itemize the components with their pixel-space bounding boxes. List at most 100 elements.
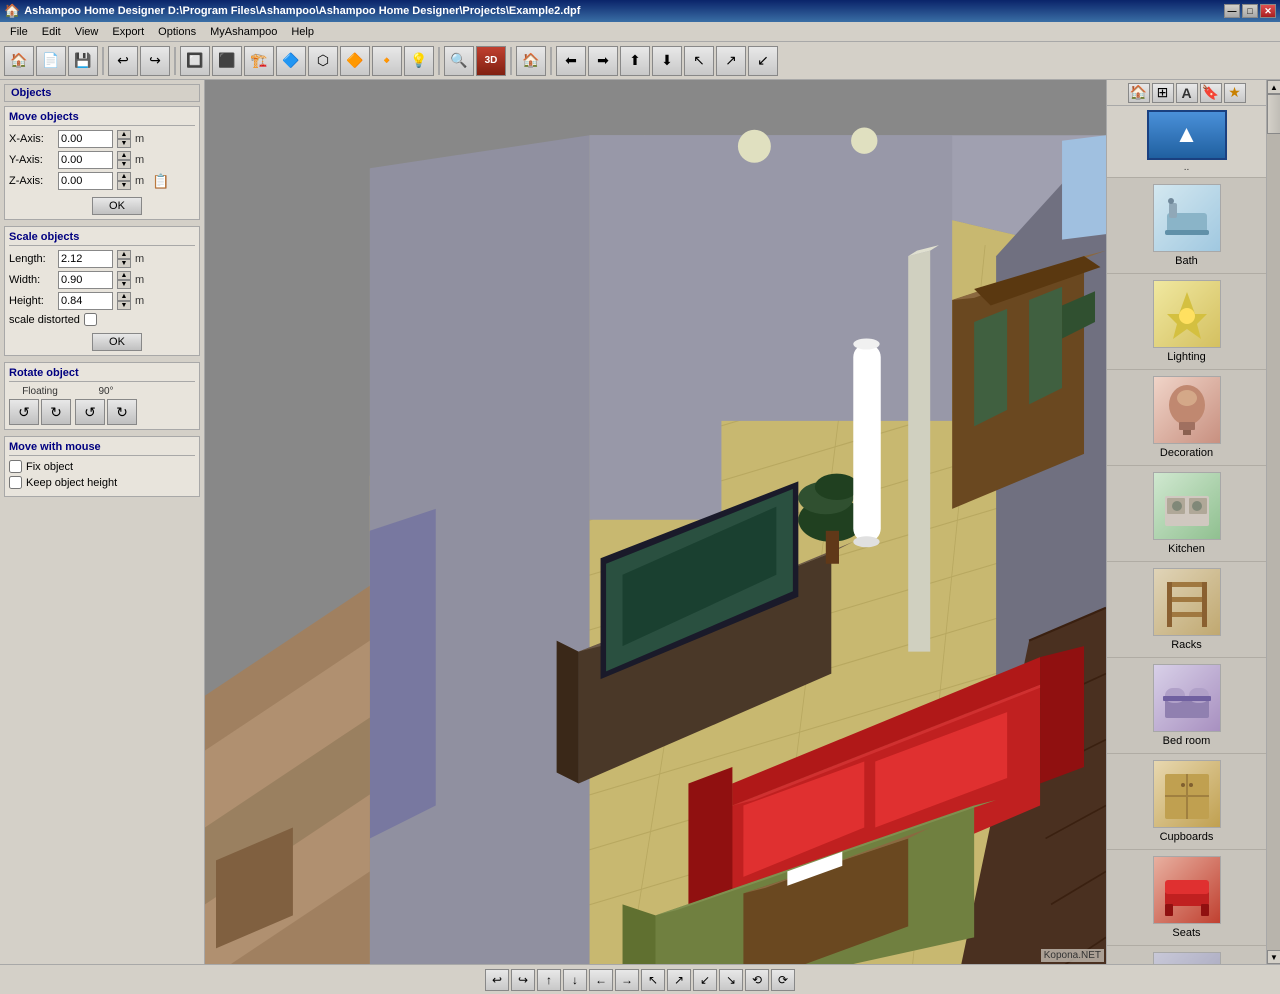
length-up[interactable]: ▲ — [117, 250, 131, 259]
canvas-area[interactable]: Kopona.NET — [205, 80, 1106, 964]
toolbar-btn-11[interactable]: 💡 — [404, 46, 434, 76]
rotate-ccw-btn[interactable]: ↺ — [9, 399, 39, 425]
toolbar-btn-search[interactable]: 🔍 — [444, 46, 474, 76]
rotate-cw-btn[interactable]: ↻ — [41, 399, 71, 425]
scroll-up-btn[interactable]: ▲ — [1267, 80, 1280, 94]
nav-arrow-down[interactable]: ↓ — [563, 969, 587, 991]
toolbar-btn-6[interactable]: 🏗️ — [244, 46, 274, 76]
category-item-racks[interactable]: Racks — [1107, 562, 1266, 658]
length-input[interactable] — [58, 250, 113, 268]
up-navigate-button[interactable]: ▲ — [1147, 110, 1227, 160]
category-item-seats[interactable]: Seats — [1107, 850, 1266, 946]
nav-arrow-dr[interactable]: ↘ — [719, 969, 743, 991]
height-input[interactable] — [58, 292, 113, 310]
x-axis-up[interactable]: ▲ — [117, 130, 131, 139]
height-up[interactable]: ▲ — [117, 292, 131, 301]
category-item-lighting[interactable]: Lighting — [1107, 274, 1266, 370]
move-ok-button[interactable]: OK — [92, 197, 142, 215]
y-axis-input[interactable] — [58, 151, 113, 169]
right-panel: 🏠 ⊞ A 🔖 ★ ▲ .. BathLightingDecorationKit… — [1106, 80, 1266, 964]
toolbar-btn-8[interactable]: ⬡ — [308, 46, 338, 76]
nav-arrow-up[interactable]: ↑ — [537, 969, 561, 991]
scroll-track[interactable] — [1267, 94, 1280, 950]
height-down[interactable]: ▼ — [117, 301, 131, 310]
x-axis-down[interactable]: ▼ — [117, 139, 131, 148]
toolbar-btn-4[interactable]: 🔲 — [180, 46, 210, 76]
scale-distorted-checkbox[interactable] — [84, 313, 97, 326]
category-item-decoration[interactable]: Decoration — [1107, 370, 1266, 466]
nav-grid-btn[interactable]: ⊞ — [1152, 83, 1174, 103]
category-item-bath[interactable]: Bath — [1107, 178, 1266, 274]
keep-height-checkbox[interactable] — [9, 476, 22, 489]
nav-rotate-ccw[interactable]: ⟲ — [745, 969, 769, 991]
toolbar-btn-9[interactable]: 🔶 — [340, 46, 370, 76]
y-axis-up[interactable]: ▲ — [117, 151, 131, 160]
toolbar-btn-7[interactable]: 🔷 — [276, 46, 306, 76]
width-down[interactable]: ▼ — [117, 280, 131, 289]
y-axis-spinner[interactable]: ▲ ▼ — [117, 151, 131, 169]
menu-item-help[interactable]: Help — [285, 24, 320, 40]
toolbar-btn-undo[interactable]: ↩ — [108, 46, 138, 76]
length-spinner[interactable]: ▲ ▼ — [117, 250, 131, 268]
toolbar-btn-nav2[interactable]: ➡ — [588, 46, 618, 76]
x-axis-input[interactable] — [58, 130, 113, 148]
nav-star-btn[interactable]: ★ — [1224, 83, 1246, 103]
toolbar-btn-1[interactable]: 🏠 — [4, 46, 34, 76]
toolbar-btn-redo[interactable]: ↪ — [140, 46, 170, 76]
x-axis-spinner[interactable]: ▲ ▼ — [117, 130, 131, 148]
z-axis-spinner[interactable]: ▲ ▼ — [117, 172, 131, 190]
category-item-bedroom[interactable]: Bed room — [1107, 658, 1266, 754]
scroll-thumb[interactable] — [1267, 94, 1280, 134]
z-axis-up[interactable]: ▲ — [117, 172, 131, 181]
maximize-button[interactable]: □ — [1242, 4, 1258, 18]
toolbar-btn-nav5[interactable]: ↖ — [684, 46, 714, 76]
menu-item-options[interactable]: Options — [152, 24, 202, 40]
toolbar-btn-2[interactable]: 📄 — [36, 46, 66, 76]
fix-object-checkbox[interactable] — [9, 460, 22, 473]
menu-item-myashampoo[interactable]: MyAshampoo — [204, 24, 283, 40]
toolbar-btn-5[interactable]: ⬛ — [212, 46, 242, 76]
close-button[interactable]: ✕ — [1260, 4, 1276, 18]
nav-folder-btn[interactable]: 🏠 — [1128, 83, 1150, 103]
rotate-90-cw-btn[interactable]: ↻ — [107, 399, 137, 425]
nav-arrow-ul[interactable]: ↖ — [641, 969, 665, 991]
toolbar-btn-nav7[interactable]: ↙ — [748, 46, 778, 76]
menu-item-file[interactable]: File — [4, 24, 34, 40]
minimize-button[interactable]: — — [1224, 4, 1240, 18]
toolbar-btn-nav3[interactable]: ⬆ — [620, 46, 650, 76]
toolbar-btn-3d[interactable]: 3D — [476, 46, 506, 76]
category-item-misc[interactable]: Misc — [1107, 946, 1266, 964]
toolbar-btn-10[interactable]: 🔸 — [372, 46, 402, 76]
menu-item-edit[interactable]: Edit — [36, 24, 67, 40]
menu-item-export[interactable]: Export — [106, 24, 150, 40]
toolbar-btn-nav1[interactable]: ⬅ — [556, 46, 586, 76]
nav-arrow-2[interactable]: ↪ — [511, 969, 535, 991]
menu-item-view[interactable]: View — [69, 24, 105, 40]
nav-arrow-ur[interactable]: ↗ — [667, 969, 691, 991]
toolbar-btn-3[interactable]: 💾 — [68, 46, 98, 76]
nav-bookmark-btn[interactable]: 🔖 — [1200, 83, 1222, 103]
category-item-kitchen[interactable]: Kitchen — [1107, 466, 1266, 562]
rotate-90-ccw-btn[interactable]: ↺ — [75, 399, 105, 425]
scale-ok-button[interactable]: OK — [92, 333, 142, 351]
y-axis-down[interactable]: ▼ — [117, 160, 131, 169]
z-axis-down[interactable]: ▼ — [117, 181, 131, 190]
toolbar-btn-nav6[interactable]: ↗ — [716, 46, 746, 76]
z-axis-icon[interactable]: 📋 — [152, 173, 169, 190]
toolbar-btn-nav4[interactable]: ⬇ — [652, 46, 682, 76]
width-spinner[interactable]: ▲ ▼ — [117, 271, 131, 289]
nav-arrow-left[interactable]: ← — [589, 969, 613, 991]
width-input[interactable] — [58, 271, 113, 289]
length-down[interactable]: ▼ — [117, 259, 131, 268]
z-axis-input[interactable] — [58, 172, 113, 190]
nav-arrow-1[interactable]: ↩ — [485, 969, 509, 991]
width-up[interactable]: ▲ — [117, 271, 131, 280]
nav-abc-btn[interactable]: A — [1176, 83, 1198, 103]
nav-rotate-cw[interactable]: ⟳ — [771, 969, 795, 991]
height-spinner[interactable]: ▲ ▼ — [117, 292, 131, 310]
scroll-down-btn[interactable]: ▼ — [1267, 950, 1280, 964]
nav-arrow-dl[interactable]: ↙ — [693, 969, 717, 991]
category-item-cupboards[interactable]: Cupboards — [1107, 754, 1266, 850]
nav-arrow-right[interactable]: → — [615, 969, 639, 991]
toolbar-btn-floor[interactable]: 🏠 — [516, 46, 546, 76]
